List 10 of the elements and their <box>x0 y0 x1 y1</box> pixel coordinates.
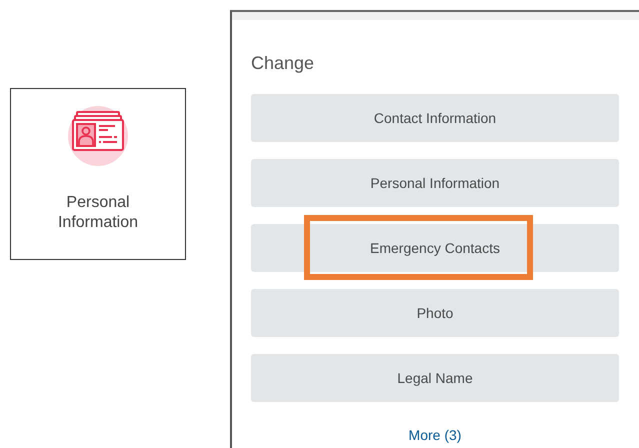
option-button[interactable]: Legal Name <box>251 354 619 402</box>
personal-information-tile[interactable]: Personal Information <box>10 88 186 260</box>
option-button[interactable]: Photo <box>251 289 619 337</box>
panel-title: Change <box>251 52 316 74</box>
option-button[interactable]: Emergency Contacts <box>251 224 619 272</box>
option-button[interactable]: Contact Information <box>251 94 619 142</box>
more-link[interactable]: More (3) <box>251 427 619 443</box>
option-button[interactable]: Personal Information <box>251 159 619 207</box>
tile-label: Personal Information <box>56 193 140 233</box>
id-card-icon <box>67 105 129 167</box>
